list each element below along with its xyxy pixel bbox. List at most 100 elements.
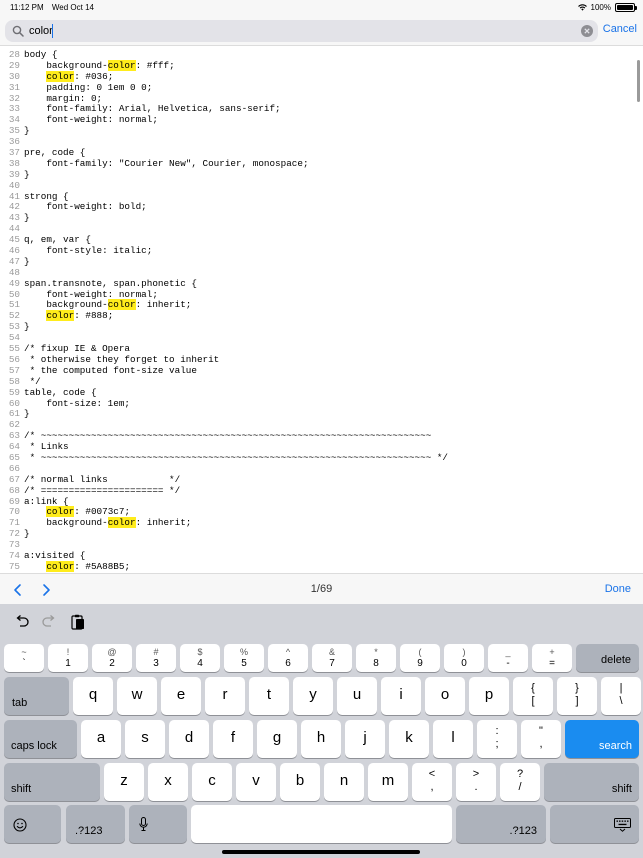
key-8[interactable]: * 8 xyxy=(356,644,396,672)
paste-icon[interactable] xyxy=(71,614,85,630)
numbers-label: .?123 xyxy=(75,825,103,837)
code-line: 39} xyxy=(0,168,448,181)
key-punct-a-1[interactable]: ", xyxy=(521,720,561,758)
key-punct-0[interactable]: {[ xyxy=(513,677,553,715)
key-c[interactable]: c xyxy=(192,763,232,801)
code-line: 47} xyxy=(0,256,448,268)
clear-icon[interactable] xyxy=(581,25,593,37)
key-punct-2[interactable]: | \ xyxy=(601,677,641,715)
key-sym11[interactable]: _ - xyxy=(488,644,528,672)
key-2[interactable]: @2 xyxy=(92,644,132,672)
code-line: 42 font-weight: bold; xyxy=(0,202,448,213)
hide-keyboard-key[interactable] xyxy=(550,805,639,843)
code-text: : #0073c7; xyxy=(74,506,131,518)
key-7[interactable]: & 7 xyxy=(312,644,352,672)
key-y[interactable]: y xyxy=(293,677,333,715)
key-punct-a-0[interactable]: :; xyxy=(477,720,517,758)
key-1[interactable]: ! 1 xyxy=(48,644,88,672)
search-match-highlight: color xyxy=(46,70,75,82)
key-d[interactable]: d xyxy=(169,720,209,758)
key-h[interactable]: h xyxy=(301,720,341,758)
key-n[interactable]: n xyxy=(324,763,364,801)
code-text: } xyxy=(24,168,30,180)
key-shift-label: # xyxy=(153,647,159,657)
code-text: a:link { xyxy=(24,495,69,507)
key-w[interactable]: w xyxy=(117,677,157,715)
key-v[interactable]: v xyxy=(236,763,276,801)
right-shift-key[interactable]: shift xyxy=(544,763,639,801)
search-key[interactable]: search xyxy=(565,720,639,758)
key-p[interactable]: p xyxy=(469,677,509,715)
tab-key[interactable]: tab xyxy=(4,677,69,715)
code-line: 46 font-style: italic; xyxy=(0,245,448,257)
key-label: m xyxy=(381,772,395,789)
space-key[interactable] xyxy=(191,805,452,843)
cancel-button[interactable]: Cancel xyxy=(603,23,637,35)
undo-icon[interactable] xyxy=(14,615,29,629)
key-sym12[interactable]: + = xyxy=(532,644,572,672)
key-punct-z-2[interactable]: ? / xyxy=(500,763,540,801)
key-o[interactable]: o xyxy=(425,677,465,715)
code-line: 38 font-family: "Courier New", Courier, … xyxy=(0,158,448,170)
key-z[interactable]: z xyxy=(104,763,144,801)
emoji-key[interactable] xyxy=(4,805,61,843)
key-t[interactable]: t xyxy=(249,677,289,715)
numbers-key[interactable]: .?123 xyxy=(66,805,125,843)
key-e[interactable]: e xyxy=(161,677,201,715)
key-label: q xyxy=(88,686,98,703)
left-shift-key[interactable]: shift xyxy=(4,763,100,801)
search-input[interactable] xyxy=(29,20,569,42)
key-0[interactable]: ) 0 xyxy=(444,644,484,672)
key-punct-z-0[interactable]: <, xyxy=(412,763,452,801)
key-r[interactable]: r xyxy=(205,677,245,715)
key-j[interactable]: j xyxy=(345,720,385,758)
code-viewer[interactable]: 28 body {29 background-color: #fff; 30 col… xyxy=(0,46,643,573)
key-label: r xyxy=(222,686,228,703)
key-f[interactable]: f xyxy=(213,720,253,758)
text-cursor xyxy=(52,24,53,38)
search-field[interactable] xyxy=(5,20,598,42)
key-b[interactable]: b xyxy=(280,763,320,801)
key-l[interactable]: l xyxy=(433,720,473,758)
key-label: i xyxy=(399,686,403,703)
key-9[interactable]: (9 xyxy=(400,644,440,672)
key-punct-z-1[interactable]: >. xyxy=(456,763,496,801)
key-3[interactable]: #3 xyxy=(136,644,176,672)
key-label: 2 xyxy=(109,658,115,669)
key-x[interactable]: x xyxy=(148,763,188,801)
key-u[interactable]: u xyxy=(337,677,377,715)
numbers-key-right[interactable]: .?123 xyxy=(456,805,546,843)
key-s[interactable]: s xyxy=(125,720,165,758)
key-4[interactable]: $4 xyxy=(180,644,220,672)
code-line: 34 font-weight: normal; xyxy=(0,114,448,126)
key-q[interactable]: q xyxy=(73,677,113,715)
key-label: x xyxy=(164,772,172,789)
code-text: * the computed font-size value xyxy=(24,364,197,376)
key-m[interactable]: m xyxy=(368,763,408,801)
key-sym0[interactable]: ~ ` xyxy=(4,644,44,672)
key-5[interactable]: % 5 xyxy=(224,644,264,672)
dictation-key[interactable] xyxy=(129,805,187,843)
scrollbar[interactable] xyxy=(637,60,640,102)
key-6[interactable]: ^ 6 xyxy=(268,644,308,672)
code-text: font-weight: bold; xyxy=(24,201,147,213)
key-label: . xyxy=(474,781,478,793)
key-g[interactable]: g xyxy=(257,720,297,758)
key-label: o xyxy=(440,686,450,703)
key-punct-1[interactable]: }] xyxy=(557,677,597,715)
key-label: n xyxy=(339,772,349,789)
key-shift-label: < xyxy=(428,768,436,780)
key-label: j xyxy=(363,729,367,746)
delete-key[interactable]: delete xyxy=(576,644,639,672)
code-text: q, em, var { xyxy=(24,234,91,246)
done-button[interactable]: Done xyxy=(605,583,631,595)
key-label: 5 xyxy=(241,658,247,669)
key-a[interactable]: a xyxy=(81,720,121,758)
key-i[interactable]: i xyxy=(381,677,421,715)
caps-lock-key[interactable]: caps lock xyxy=(4,720,77,758)
code-line: 75 color: #5A88B5; xyxy=(0,560,448,573)
key-k[interactable]: k xyxy=(389,720,429,758)
redo-icon[interactable] xyxy=(42,615,57,629)
search-match-highlight: color xyxy=(107,517,136,529)
